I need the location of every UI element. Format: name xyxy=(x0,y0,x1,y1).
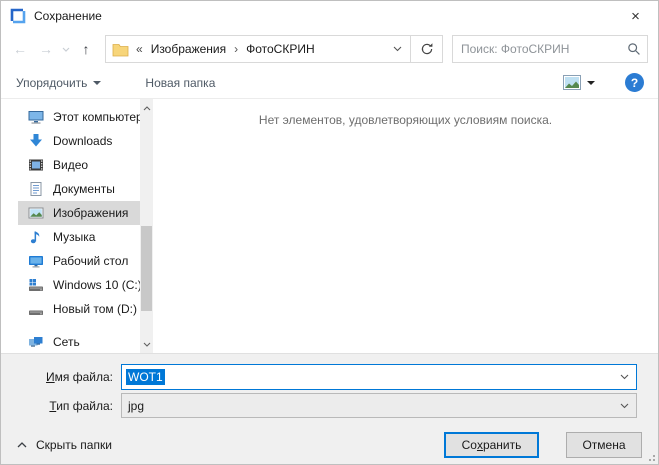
save-button[interactable]: Сохранить xyxy=(444,432,539,458)
this-pc-icon xyxy=(28,109,44,125)
navigation-bar: ← → ↑ « Изображения › ФотоСКРИН xyxy=(1,31,658,67)
music-icon xyxy=(28,229,44,245)
file-name-value: WOT1 xyxy=(126,369,165,385)
network-icon xyxy=(28,334,44,350)
forward-button[interactable]: → xyxy=(33,36,59,62)
sidebar-item-изображения[interactable]: Изображения xyxy=(18,201,140,225)
file-type-value: jpg xyxy=(128,399,144,413)
change-view-button[interactable] xyxy=(563,75,595,90)
search-box xyxy=(452,35,648,63)
sidebar-item-этот-компьютер[interactable]: Этот компьютер xyxy=(18,105,140,129)
file-name-label: Имя файла: xyxy=(1,370,113,384)
file-name-input[interactable]: WOT1 xyxy=(121,364,637,390)
scrollbar-thumb[interactable] xyxy=(141,226,152,311)
file-type-select[interactable]: jpg xyxy=(121,393,637,418)
sidebar-item-видео[interactable]: Видео xyxy=(18,153,140,177)
organize-caret-icon xyxy=(93,81,101,85)
save-dialog-window: Сохранение × ← → ↑ « Изображения › ФотоСКРИ… xyxy=(0,0,659,465)
sidebar-item-label: Видео xyxy=(53,158,88,172)
sidebar-item-windows-10-c-[interactable]: Windows 10 (C:) xyxy=(18,273,140,297)
new-folder-button[interactable]: Новая папка xyxy=(145,76,215,90)
hide-folders-label: Скрыть папки xyxy=(36,438,112,452)
view-caret-icon xyxy=(587,81,595,85)
command-toolbar: Упорядочить Новая папка ? xyxy=(1,67,658,99)
breadcrumb-dropdown-chevron-icon[interactable] xyxy=(384,36,410,62)
downloads-icon xyxy=(28,133,44,149)
dialog-buttons: Сохранить Отмена xyxy=(444,432,642,458)
close-button[interactable]: × xyxy=(613,1,658,31)
sidebar-item-label: Изображения xyxy=(53,206,128,220)
breadcrumb-item[interactable]: ФотоСКРИН xyxy=(246,42,315,56)
file-list-area[interactable]: Нет элементов, удовлетворяющих условиям … xyxy=(153,99,658,353)
sidebar-item-документы[interactable]: Документы xyxy=(18,177,140,201)
pictures-icon xyxy=(28,205,44,221)
scroll-down-icon[interactable] xyxy=(140,337,153,351)
content-area: Этот компьютер Downloads Видео Документы Изо… xyxy=(1,99,658,353)
organize-button[interactable]: Упорядочить xyxy=(16,76,101,90)
footer-row: Скрыть папки Сохранить Отмена xyxy=(1,432,658,458)
refresh-icon[interactable] xyxy=(410,36,442,62)
documents-icon xyxy=(28,181,44,197)
sidebar-item-label: Новый том (D:) xyxy=(53,302,137,316)
drive-icon xyxy=(28,301,44,317)
resize-grip[interactable] xyxy=(645,451,655,461)
breadcrumb-item[interactable]: Изображения xyxy=(151,42,226,56)
title-bar: Сохранение × xyxy=(1,1,658,31)
bottom-panel: Имя файла: WOT1 Тип файла: jpg xyxy=(1,353,658,465)
folder-icon xyxy=(112,42,129,57)
help-icon[interactable]: ? xyxy=(625,73,644,92)
hide-folders-button[interactable]: Скрыть папки xyxy=(17,438,112,452)
breadcrumb-items: « Изображения › ФотоСКРИН xyxy=(136,42,323,56)
sidebar-scrollbar[interactable] xyxy=(140,99,153,353)
sidebar-item-label: Windows 10 (C:) xyxy=(53,278,142,292)
back-button[interactable]: ← xyxy=(7,36,33,62)
breadcrumb-separator-icon[interactable]: › xyxy=(234,42,238,56)
sidebar-item-label: Downloads xyxy=(53,134,112,148)
desktop-icon xyxy=(28,253,44,269)
up-button[interactable]: ↑ xyxy=(73,36,99,62)
empty-search-message: Нет элементов, удовлетворяющих условиям … xyxy=(153,113,658,127)
breadcrumb[interactable]: « Изображения › ФотоСКРИН xyxy=(105,35,443,63)
file-type-dropdown-icon[interactable] xyxy=(620,403,629,409)
video-icon xyxy=(28,157,44,173)
search-icon[interactable] xyxy=(627,42,641,56)
recent-locations-chevron-icon[interactable] xyxy=(59,36,73,62)
file-type-label: Тип файла: xyxy=(1,399,113,413)
sidebar-item-downloads[interactable]: Downloads xyxy=(18,129,140,153)
scroll-up-icon[interactable] xyxy=(140,101,153,115)
toolbar-right-group: ? xyxy=(563,73,644,92)
cancel-button[interactable]: Отмена xyxy=(566,432,642,458)
sidebar-item-label: Музыка xyxy=(53,230,95,244)
sidebar-item-label: Этот компьютер xyxy=(53,110,143,124)
app-crop-icon xyxy=(10,8,26,24)
file-name-dropdown-icon[interactable] xyxy=(620,374,629,380)
file-name-row: Имя файла: WOT1 xyxy=(1,364,658,390)
sidebar-item-рабочий-стол[interactable]: Рабочий стол xyxy=(18,249,140,273)
search-input[interactable] xyxy=(461,42,627,56)
thumbnail-view-icon xyxy=(563,75,581,90)
organize-label: Упорядочить xyxy=(16,76,87,90)
sidebar-item-сеть[interactable]: Сеть xyxy=(18,330,140,354)
window-title: Сохранение xyxy=(34,9,102,23)
file-type-row: Тип файла: jpg xyxy=(1,393,658,418)
sidebar-item-label: Документы xyxy=(53,182,115,196)
sidebar-item-новый-том-d-[interactable]: Новый том (D:) xyxy=(18,297,140,321)
sidebar-item-label: Сеть xyxy=(53,335,80,349)
sidebar-item-label: Рабочий стол xyxy=(53,254,128,268)
chevron-up-icon xyxy=(17,442,27,448)
breadcrumb-collapsed-marker[interactable]: « xyxy=(136,42,143,56)
drive-windows-icon xyxy=(28,277,44,293)
sidebar-item-музыка[interactable]: Музыка xyxy=(18,225,140,249)
new-folder-label: Новая папка xyxy=(145,76,215,90)
navigation-pane: Этот компьютер Downloads Видео Документы Изо… xyxy=(1,99,153,353)
